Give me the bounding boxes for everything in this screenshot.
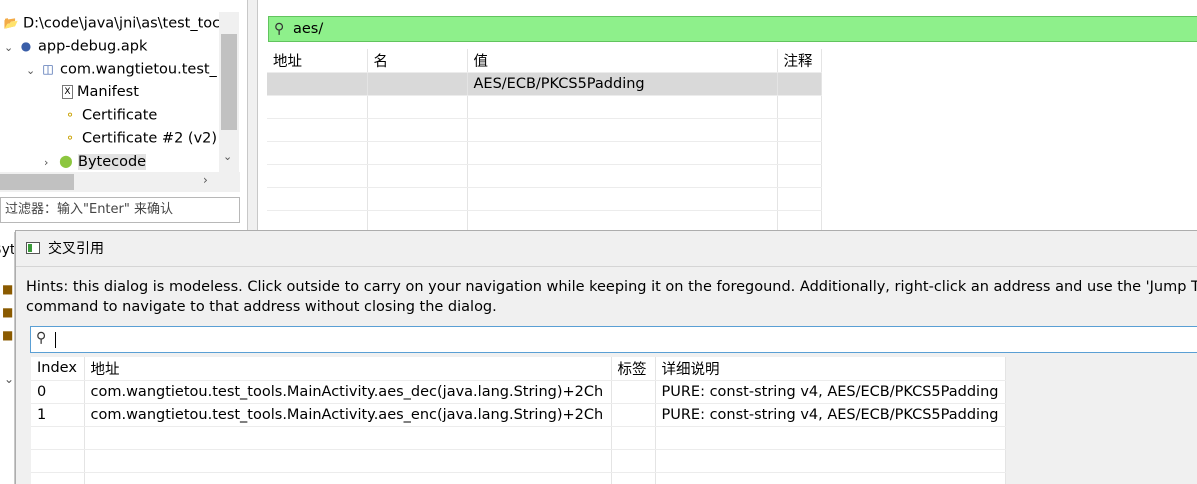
search-query: aes/ [293, 21, 324, 37]
hints-line-1: Hints: this dialog is modeless. Click ou… [26, 279, 1197, 295]
dialog-hints: Hints: this dialog is modeless. Click ou… [26, 277, 1197, 317]
table-row-empty [31, 472, 1006, 484]
text-caret [55, 332, 56, 348]
chevron-down-icon[interactable]: ⌄ [4, 36, 18, 59]
scroll-down-icon[interactable]: ⌄ [223, 150, 232, 163]
dialog-title-bar[interactable]: 交叉引用 [26, 239, 104, 259]
table-row-empty [267, 164, 822, 188]
table-header-row: Index 地址 标签 详细说明 [31, 357, 1006, 381]
tree-root-row[interactable]: 📂 D:\code\java\jni\as\test_toc [3, 12, 221, 35]
cell-value: AES/ECB/PKCS5Padding [467, 72, 778, 96]
dialog-title: 交叉引用 [48, 241, 104, 257]
scrollbar-thumb[interactable] [221, 34, 237, 130]
search-icon: ⚲ [36, 330, 47, 346]
column-header-index[interactable]: Index [31, 357, 85, 381]
package-icon: ■ [2, 305, 14, 319]
tree-item-certificate-2[interactable]: ⚬ Certificate #2 (v2) [62, 127, 217, 150]
column-header-label[interactable]: 标签 [611, 357, 656, 381]
cell-label [611, 403, 656, 427]
key-icon: ⚬ [64, 131, 76, 145]
apk-icon: ● [20, 39, 32, 53]
scroll-right-icon[interactable]: › [203, 173, 208, 187]
cell-index: 1 [31, 403, 85, 427]
divider [16, 266, 1197, 267]
cell-comment [777, 72, 822, 96]
table-row[interactable]: 0 com.wangtietou.test_tools.MainActivity… [31, 380, 1006, 404]
table-row-empty [267, 141, 822, 165]
column-header-comment[interactable]: 注释 [777, 49, 822, 73]
column-header-address[interactable]: 地址 [84, 357, 612, 381]
android-icon: ⬤ [59, 154, 73, 168]
cell-address: com.wangtietou.test_tools.MainActivity.a… [84, 403, 612, 427]
chevron-down-icon[interactable]: ⌄ [26, 59, 40, 82]
table-row-empty [31, 449, 1006, 473]
tree-package-row[interactable]: ⌄ ◫ com.wangtietou.test_ [26, 58, 219, 81]
background-panel-fragment: Byt ■ ■ ■ ⌄ [0, 232, 15, 484]
chevron-right-icon[interactable]: › [44, 151, 58, 174]
xref-filter-input[interactable]: ⚲ [30, 326, 1197, 353]
tree-item-label: Certificate [82, 107, 158, 124]
hints-line-2: command to navigate to that address with… [26, 299, 497, 315]
tree-item-certificate[interactable]: ⚬ Certificate [62, 104, 157, 127]
column-header-detail[interactable]: 详细说明 [655, 357, 1006, 381]
tree-package-label: com.wangtietou.test_ [60, 61, 217, 78]
tree-item-label: Bytecode [78, 153, 147, 170]
tree-apk-label: app-debug.apk [38, 38, 148, 55]
window-icon [26, 242, 40, 254]
tree-filter-input[interactable]: 过滤器：输入"Enter" 来确认 [0, 197, 240, 223]
table-row-empty [267, 95, 822, 119]
table-header-row: 地址 名 值 注释 [267, 49, 822, 73]
tree-vertical-scrollbar[interactable] [219, 12, 239, 172]
table-row[interactable]: 1 com.wangtietou.test_tools.MainActivity… [31, 403, 1006, 427]
column-header-value[interactable]: 值 [467, 49, 778, 73]
key-icon: ⚬ [64, 108, 76, 122]
package-icon: ◫ [42, 62, 54, 76]
package-icon: ■ [2, 328, 14, 342]
manifest-icon: X [62, 85, 73, 99]
tree-item-label: Manifest [77, 84, 139, 100]
table-row-empty [267, 187, 822, 211]
string-search-input[interactable]: ⚲ aes/ [268, 16, 1197, 42]
cell-address [267, 72, 368, 96]
column-header-name[interactable]: 名 [367, 49, 468, 73]
cell-label [611, 380, 656, 404]
tree-item-manifest[interactable]: X Manifest [62, 81, 139, 104]
tree-horizontal-scrollbar[interactable]: › [0, 172, 240, 192]
search-results-table: 地址 名 值 注释 AES/ECB/PKCS5Padding [267, 49, 822, 234]
tree-item-label: Certificate #2 (v2) [82, 130, 218, 147]
background-tab-fragment: Byt [0, 242, 15, 258]
cell-index: 0 [31, 380, 85, 404]
tree-item-bytecode[interactable]: › ⬤ Bytecode [44, 150, 147, 174]
table-row[interactable]: AES/ECB/PKCS5Padding [267, 72, 822, 96]
scrollbar-thumb[interactable] [0, 174, 74, 190]
chevron-down-icon: ⌄ [4, 372, 15, 386]
xref-table: Index 地址 标签 详细说明 0 com.wangtietou.test_t… [31, 357, 1006, 484]
tree-root-label: D:\code\java\jni\as\test_toc [23, 15, 221, 32]
xref-dialog: 交叉引用 Hints: this dialog is modeless. Cli… [15, 230, 1197, 484]
folder-open-icon: 📂 [3, 16, 19, 30]
package-icon: ■ [2, 282, 14, 296]
cell-detail: PURE: const-string v4, AES/ECB/PKCS5Padd… [655, 380, 1006, 404]
cell-detail: PURE: const-string v4, AES/ECB/PKCS5Padd… [655, 403, 1006, 427]
project-tree-panel: 📂 D:\code\java\jni\as\test_toc ⌄ ● app-debu… [0, 0, 248, 232]
tree-apk-row[interactable]: ⌄ ● app-debug.apk [4, 35, 147, 58]
table-row-empty [31, 426, 1006, 450]
search-results-panel: ⚲ aes/ 地址 名 值 注释 AES/ECB/PKCS5Padding [257, 0, 1197, 234]
column-header-address[interactable]: 地址 [267, 49, 368, 73]
cell-address: com.wangtietou.test_tools.MainActivity.a… [84, 380, 612, 404]
search-icon: ⚲ [274, 21, 285, 37]
table-row-empty [267, 118, 822, 142]
cell-name [367, 72, 468, 96]
